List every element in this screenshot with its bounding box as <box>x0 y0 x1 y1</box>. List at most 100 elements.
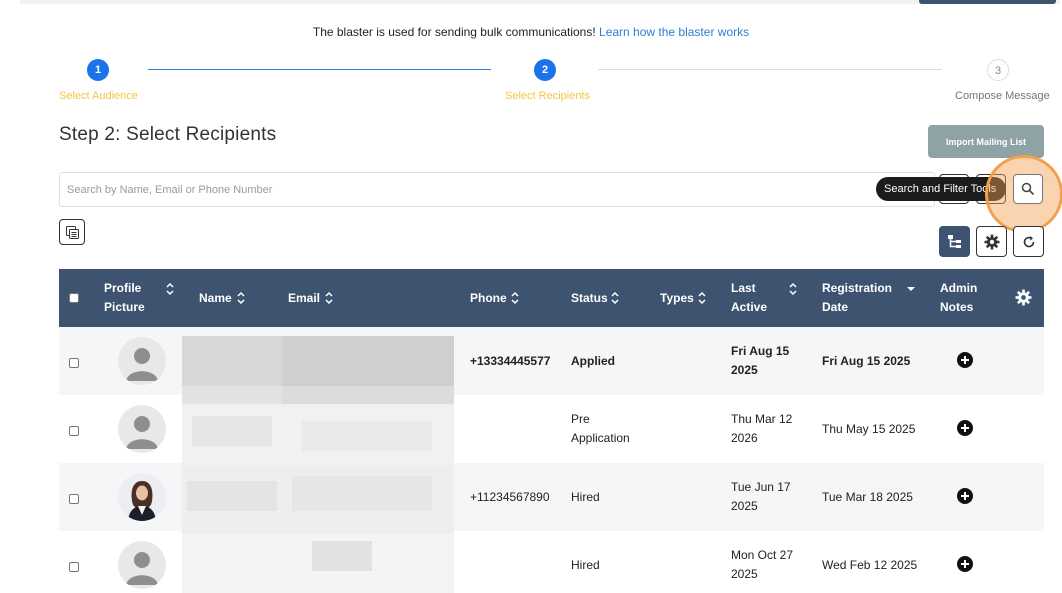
hierarchy-icon <box>948 235 961 248</box>
last-active-line1: Mon Oct 27 <box>731 548 794 562</box>
status-cell: Hired <box>571 558 600 572</box>
column-last-active-line2: Active <box>731 300 768 314</box>
sort-icon[interactable] <box>610 290 620 306</box>
column-name[interactable]: Name <box>199 269 232 327</box>
column-registration-line2: Date <box>822 300 849 314</box>
last-active-cell: Tue Jun 17 2025 <box>731 478 791 516</box>
step-connector-1 <box>148 69 491 70</box>
column-types[interactable]: Types <box>660 269 694 327</box>
sort-desc-icon[interactable] <box>906 285 916 293</box>
select-all-checkbox[interactable] <box>69 293 79 303</box>
column-phone-label: Phone <box>470 290 507 305</box>
plus-icon <box>961 492 969 500</box>
redacted-name-email <box>182 336 454 593</box>
add-note-button[interactable] <box>957 352 973 368</box>
column-registration-line1: Registration <box>822 281 893 295</box>
page-title: Step 2: Select Recipients <box>59 124 277 145</box>
registration-cell: Wed Feb 12 2025 <box>822 558 918 572</box>
user-placeholder-icon <box>126 416 158 449</box>
last-active-line1: Thu Mar 12 <box>731 412 793 426</box>
column-last-active-line1: Last <box>731 281 756 295</box>
top-bar <box>20 0 1060 4</box>
row-checkbox[interactable] <box>69 562 79 572</box>
plus-icon <box>961 560 969 568</box>
step-1-circle[interactable]: 1 <box>87 59 109 81</box>
last-active-line2: 2025 <box>731 499 758 513</box>
sort-icon[interactable] <box>788 281 798 297</box>
sort-icon[interactable] <box>324 290 334 306</box>
column-profile-line2: Picture <box>104 300 145 314</box>
gear-icon <box>984 234 999 249</box>
last-active-line2: 2025 <box>731 363 758 377</box>
column-email[interactable]: Email <box>288 269 320 327</box>
intro-text: The blaster is used for sending bulk com… <box>0 25 1062 39</box>
column-email-label: Email <box>288 290 321 305</box>
column-admin-notes-line1: Admin <box>940 281 978 295</box>
intro-message: The blaster is used for sending bulk com… <box>312 25 596 39</box>
avatar <box>118 405 166 453</box>
column-profile-picture[interactable]: Profile Picture <box>104 269 145 327</box>
column-types-label: Types <box>660 290 694 305</box>
column-admin-notes-line2: Notes <box>940 300 974 314</box>
column-last-active[interactable]: Last Active <box>731 269 767 327</box>
last-active-line1: Tue Jun 17 <box>731 480 791 494</box>
column-settings-gear-icon[interactable] <box>1015 289 1032 306</box>
sort-icon[interactable] <box>236 290 246 306</box>
registration-cell: Thu May 15 2025 <box>822 422 916 436</box>
avatar <box>118 473 166 521</box>
search-filter-button[interactable] <box>1013 174 1043 204</box>
phone-cell: +13334445577 <box>470 354 551 368</box>
row-checkbox[interactable] <box>69 358 79 368</box>
avatar <box>118 337 166 385</box>
user-placeholder-icon <box>126 348 158 381</box>
copy-icon <box>65 225 79 239</box>
add-note-button[interactable] <box>957 556 973 572</box>
avatar <box>118 541 166 589</box>
plus-icon <box>961 356 969 364</box>
last-active-cell: Mon Oct 27 2025 <box>731 546 793 584</box>
last-active-line2: 2026 <box>731 431 758 445</box>
row-checkbox[interactable] <box>69 426 79 436</box>
add-note-button[interactable] <box>957 488 973 504</box>
settings-button[interactable] <box>976 226 1007 257</box>
plus-icon <box>961 424 969 432</box>
import-mailing-list-button[interactable]: Import Mailing List <box>928 125 1044 158</box>
row-checkbox[interactable] <box>69 494 79 504</box>
step-3-circle[interactable]: 3 <box>987 59 1009 81</box>
column-status[interactable]: Status <box>571 269 608 327</box>
search-placeholder: Search by Name, Email or Phone Number <box>67 183 273 196</box>
top-button[interactable] <box>919 0 1056 4</box>
refresh-icon <box>1023 235 1034 247</box>
last-active-line2: 2025 <box>731 567 758 581</box>
sort-icon[interactable] <box>510 290 520 306</box>
phone-cell: +11234567890 <box>470 490 550 504</box>
column-admin-notes[interactable]: Admin Notes <box>940 269 977 327</box>
step-1-label[interactable]: Select Audience <box>59 90 138 102</box>
sort-icon[interactable] <box>165 281 175 297</box>
status-cell: Hired <box>571 490 600 504</box>
status-cell: Applied <box>571 354 615 368</box>
column-phone[interactable]: Phone <box>470 269 507 327</box>
registration-cell: Tue Mar 18 2025 <box>822 490 913 504</box>
step-3-label[interactable]: Compose Message <box>955 90 1050 102</box>
refresh-button[interactable] <box>1013 226 1044 257</box>
copy-button[interactable] <box>59 219 85 245</box>
registration-cell: Fri Aug 15 2025 <box>822 354 911 368</box>
learn-blaster-link[interactable]: Learn how the blaster works <box>599 25 749 39</box>
table-header: Profile Picture Name Email Phone Status T… <box>59 269 1044 327</box>
status-line1: Pre <box>571 412 590 426</box>
status-cell: Pre Application <box>571 410 630 448</box>
search-input[interactable]: Search by Name, Email or Phone Number <box>59 172 935 207</box>
step-connector-2 <box>598 69 942 70</box>
last-active-line1: Fri Aug 15 <box>731 344 790 358</box>
hierarchy-button[interactable] <box>939 226 970 257</box>
add-note-button[interactable] <box>957 420 973 436</box>
step-2-label[interactable]: Select Recipients <box>505 90 590 102</box>
search-icon <box>1021 182 1035 196</box>
step-2-circle[interactable]: 2 <box>534 59 556 81</box>
last-active-cell: Thu Mar 12 2026 <box>731 410 792 448</box>
user-placeholder-icon <box>126 552 158 585</box>
sort-icon[interactable] <box>697 290 707 306</box>
column-name-label: Name <box>199 290 232 305</box>
column-registration-date[interactable]: Registration Date <box>822 269 892 327</box>
